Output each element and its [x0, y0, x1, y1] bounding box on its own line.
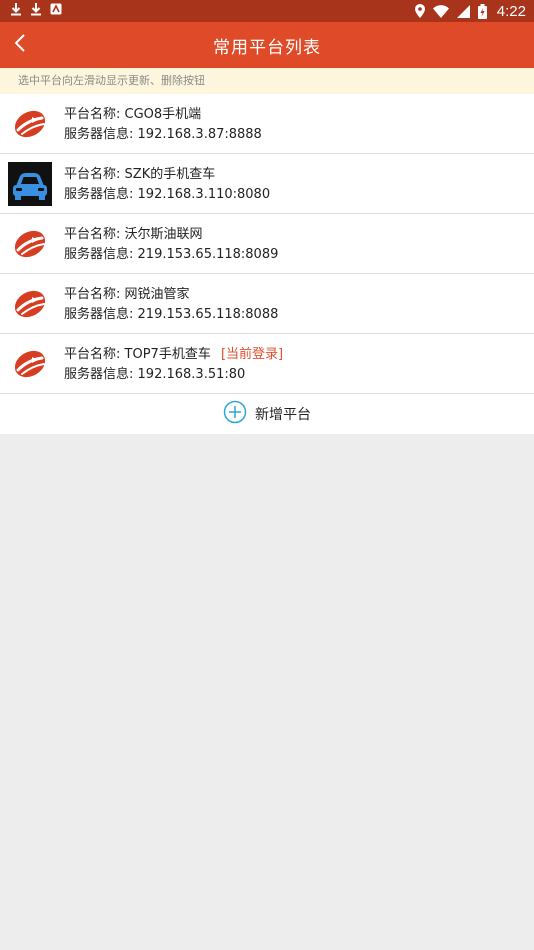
platform-row[interactable]: 平台名称: 沃尔斯油联网 服务器信息: 219.153.65.118:8089 — [0, 214, 534, 274]
status-right: 4:22 — [414, 2, 526, 20]
app-notification-icon — [50, 3, 62, 19]
server-info-line: 服务器信息: 219.153.65.118:8089 — [64, 245, 278, 265]
server-info: 219.153.65.118:8089 — [137, 247, 279, 262]
download-icon — [10, 2, 22, 20]
platform-info: 平台名称: 网锐油管家 服务器信息: 219.153.65.118:8088 — [64, 285, 278, 325]
wifi-icon — [432, 4, 449, 18]
logo-icon — [8, 342, 52, 386]
status-bar: 4:22 — [0, 0, 534, 22]
platform-name-label: 平台名称: — [64, 347, 121, 362]
add-platform-button[interactable]: 新增平台 — [0, 394, 534, 434]
platform-row[interactable]: 平台名称: TOP7手机查车 [当前登录] 服务器信息: 192.168.3.5… — [0, 334, 534, 394]
battery-icon — [477, 3, 487, 19]
platform-name: CGO8手机端 — [124, 107, 202, 122]
platform-name-line: 平台名称: 网锐油管家 — [64, 285, 278, 305]
server-info-line: 服务器信息: 192.168.3.51:80 — [64, 365, 283, 385]
server-info: 219.153.65.118:8088 — [137, 307, 279, 322]
server-info-label: 服务器信息: — [64, 247, 134, 262]
platform-info: 平台名称: 沃尔斯油联网 服务器信息: 219.153.65.118:8089 — [64, 225, 278, 265]
current-login-badge: [当前登录] — [220, 347, 284, 362]
logo-icon — [8, 102, 52, 146]
server-info-label: 服务器信息: — [64, 187, 134, 202]
plus-circle-icon — [223, 400, 247, 428]
platform-name-label: 平台名称: — [64, 227, 121, 242]
add-platform-label: 新增平台 — [255, 407, 311, 423]
server-info-label: 服务器信息: — [64, 367, 134, 382]
platform-name-line: 平台名称: TOP7手机查车 [当前登录] — [64, 345, 283, 365]
platform-name-line: 平台名称: 沃尔斯油联网 — [64, 225, 278, 245]
server-info: 192.168.3.110:8080 — [137, 187, 271, 202]
platform-row[interactable]: 平台名称: CGO8手机端 服务器信息: 192.168.3.87:8888 — [0, 94, 534, 154]
server-info: 192.168.3.51:80 — [137, 367, 246, 382]
platform-row[interactable]: 平台名称: 网锐油管家 服务器信息: 219.153.65.118:8088 — [0, 274, 534, 334]
server-info: 192.168.3.87:8888 — [137, 127, 262, 142]
status-left — [10, 2, 62, 20]
platform-row[interactable]: 平台名称: SZK的手机查车 服务器信息: 192.168.3.110:8080 — [0, 154, 534, 214]
logo-icon — [8, 282, 52, 326]
platform-list: 平台名称: CGO8手机端 服务器信息: 192.168.3.87:8888 平… — [0, 94, 534, 434]
car-icon — [8, 162, 52, 206]
platform-name-line: 平台名称: CGO8手机端 — [64, 105, 262, 125]
download-icon — [30, 2, 42, 20]
server-info-label: 服务器信息: — [64, 127, 134, 142]
page-title: 常用平台列表 — [213, 37, 321, 58]
chevron-left-icon — [14, 33, 26, 57]
server-info-line: 服务器信息: 192.168.3.110:8080 — [64, 185, 270, 205]
platform-name: 网锐油管家 — [124, 287, 190, 302]
platform-name-label: 平台名称: — [64, 287, 121, 302]
platform-name: TOP7手机查车 — [124, 347, 211, 362]
platform-name-line: 平台名称: SZK的手机查车 — [64, 165, 270, 185]
status-time: 4:22 — [496, 2, 526, 20]
back-button[interactable] — [0, 22, 40, 68]
platform-info: 平台名称: TOP7手机查车 [当前登录] 服务器信息: 192.168.3.5… — [64, 345, 283, 385]
platform-name-label: 平台名称: — [64, 167, 121, 182]
platform-info: 平台名称: CGO8手机端 服务器信息: 192.168.3.87:8888 — [64, 105, 262, 145]
server-info-label: 服务器信息: — [64, 307, 134, 322]
platform-name-label: 平台名称: — [64, 107, 121, 122]
location-icon — [414, 4, 425, 18]
platform-name: SZK的手机查车 — [124, 167, 216, 182]
server-info-line: 服务器信息: 219.153.65.118:8088 — [64, 305, 278, 325]
platform-name: 沃尔斯油联网 — [124, 227, 203, 242]
hint-bar: 选中平台向左滑动显示更新、删除按钮 — [0, 68, 534, 94]
platform-info: 平台名称: SZK的手机查车 服务器信息: 192.168.3.110:8080 — [64, 165, 270, 205]
logo-icon — [8, 222, 52, 266]
app-bar: 常用平台列表 — [0, 22, 534, 68]
signal-icon — [456, 4, 470, 18]
server-info-line: 服务器信息: 192.168.3.87:8888 — [64, 125, 262, 145]
